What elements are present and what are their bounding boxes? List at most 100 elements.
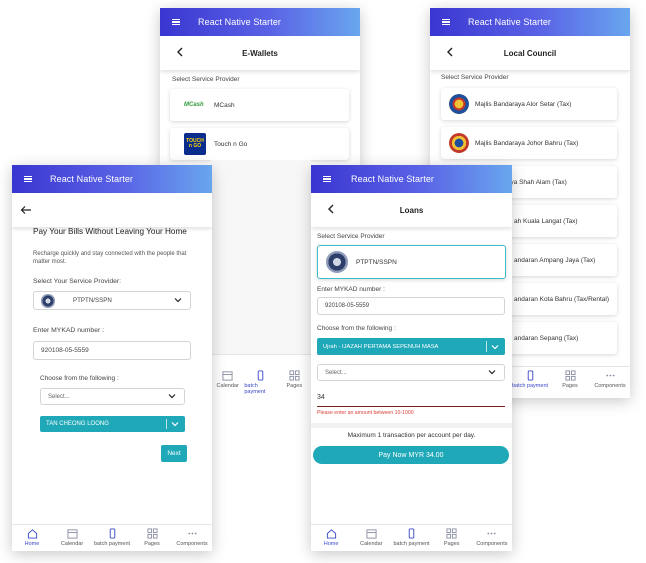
provider-name: andaran Kota Bahru (Tax/Rental) (514, 295, 610, 303)
menu-icon[interactable] (442, 18, 450, 26)
menu-icon[interactable] (24, 175, 32, 183)
choose-select[interactable]: Select... (40, 388, 185, 405)
chevron-down-icon (488, 369, 496, 374)
amount-error: Please enter an amount between 10-1000 (317, 410, 414, 416)
mykad-value: 920108-05-5559 (41, 347, 89, 354)
app-header: React Native Starter (311, 165, 512, 193)
provider-name: Majlis Bandaraya Alor Setar (Tax) (475, 100, 572, 108)
loans-subheader: Loans (311, 193, 512, 227)
nav-label: Pages (286, 383, 303, 389)
mykad-input[interactable]: 920108-05-5559 (33, 341, 191, 360)
nav-pages[interactable]: Pages (432, 525, 472, 551)
touch-n-go-logo-icon: TOUCH n GO (184, 133, 206, 155)
provider-card-touch-n-go[interactable]: TOUCH n GO Touch n Go (170, 128, 349, 160)
calendar-icon (66, 529, 78, 539)
grid-icon (564, 370, 576, 381)
council-seal-icon (449, 94, 469, 114)
pay-now-button[interactable]: Pay Now MYR 34.00 (313, 446, 509, 464)
provider-card-ptptn[interactable]: PTPTN/SSPN (317, 245, 506, 279)
provider-name: andaran Ampang Jaya (Tax) (514, 256, 596, 264)
ptptn-logo-icon (326, 251, 348, 273)
section-label: Select Service Provider (441, 74, 509, 81)
app-header: React Native Starter (430, 8, 630, 36)
home-screen: React Native Starter Pay Your Bills With… (12, 165, 212, 551)
provider-card-mcash[interactable]: MCash MCash (170, 89, 349, 121)
nav-label: Calendar (216, 383, 239, 389)
provider-label: Select Your Service Provider: (33, 278, 122, 285)
nav-components[interactable]: Components (172, 525, 212, 551)
background-screen: Calendar batch payment Pages (211, 160, 311, 398)
nav-pages[interactable]: Pages (132, 525, 172, 551)
nav-calendar[interactable]: Calendar (211, 367, 244, 398)
app-header: React Native Starter (12, 165, 212, 193)
ewallets-screen: React Native Starter E-Wallets Select Se… (160, 8, 360, 168)
nav-label: Pages (443, 541, 460, 547)
page-title: Loans (399, 205, 424, 215)
provider-name: Touch n Go (214, 140, 248, 148)
provider-name: PTPTN/SSPN (356, 258, 397, 266)
nav-pages[interactable]: Pages (550, 367, 590, 398)
grid-icon (446, 528, 457, 539)
selected-option: Ujrah - IJAZAH PERTAMA SEPENUH MASA (323, 343, 439, 350)
amount-input[interactable]: 34 (317, 394, 325, 401)
provider-name: MCash (214, 101, 235, 109)
calendar-icon (366, 529, 377, 539)
app-title: React Native Starter (351, 174, 435, 184)
section-label: Select Service Provider (172, 76, 240, 83)
provider-card[interactable]: Majlis Bandaraya Johor Bahru (Tax) (441, 127, 617, 159)
nav-components[interactable]: Components (472, 525, 512, 551)
section-label: Select Service Provider (317, 233, 385, 240)
nav-calendar[interactable]: Calendar (52, 525, 92, 551)
provider-select[interactable]: PTPTN/SSPN (33, 291, 191, 310)
nav-batch-payment[interactable]: batch payment (92, 525, 132, 551)
account-select[interactable]: Select... (317, 364, 505, 381)
nav-components[interactable]: Components (590, 367, 630, 398)
choose-label: Choose from the following : (317, 325, 396, 332)
nav-home[interactable]: Home (12, 525, 52, 551)
menu-icon[interactable] (323, 175, 331, 183)
app-title: React Native Starter (468, 17, 552, 27)
more-icon (487, 532, 497, 535)
bottom-navigation: Home Calendar batch payment Pages Compon… (12, 524, 212, 551)
nav-calendar[interactable]: Calendar (351, 525, 391, 551)
nav-label: Calendar (60, 541, 84, 547)
ptptn-logo-icon (41, 293, 55, 308)
nav-label: Home (323, 541, 339, 547)
menu-icon[interactable] (172, 18, 180, 26)
mcash-logo-icon: MCash (184, 102, 204, 108)
provider-card[interactable]: Majlis Bandaraya Alor Setar (Tax) (441, 88, 617, 120)
page-title: Local Council (503, 48, 557, 58)
bottom-navigation: Home Calendar batch payment Pages Compon… (311, 524, 512, 551)
more-icon (605, 374, 615, 377)
nav-batch-payment[interactable]: batch payment (391, 525, 431, 551)
app-title: React Native Starter (50, 174, 134, 184)
phone-icon (109, 528, 115, 539)
selected-account-select[interactable]: TAN CHEONG LOONG (40, 416, 185, 432)
mykad-input[interactable]: 920108-05-5559 (317, 297, 505, 315)
nav-label: Home (24, 541, 40, 547)
arrow-left-icon[interactable] (20, 204, 32, 216)
choose-label: Choose from the following : (40, 375, 119, 382)
phone-icon (408, 528, 415, 539)
mykad-label: Enter MYKAD number : (33, 327, 105, 334)
provider-name: ah Kuala Langat (Tax) (514, 217, 578, 225)
nav-batch-payment[interactable]: batch payment (244, 367, 277, 398)
nav-pages[interactable]: Pages (278, 367, 311, 398)
subtext: Recharge quickly and stay connected with… (33, 251, 187, 265)
app-header: React Native Starter (160, 8, 360, 36)
loan-type-select[interactable]: Ujrah - IJAZAH PERTAMA SEPENUH MASA (317, 338, 505, 355)
select-placeholder: Select... (48, 393, 70, 400)
selected-option: TAN CHEONG LOONG (46, 421, 109, 427)
page-title: E-Wallets (242, 48, 278, 58)
headline: Pay Your Bills Without Leaving Your Home (33, 227, 187, 236)
nav-home[interactable]: Home (311, 525, 351, 551)
next-button[interactable]: Next (161, 445, 187, 462)
phone-icon (527, 370, 533, 381)
chevron-down-icon (168, 393, 176, 398)
select-placeholder: Select... (325, 369, 347, 376)
nav-label: Components (476, 541, 508, 547)
council-seal-icon (449, 133, 469, 153)
max-transaction-note: Maximum 1 transaction per account per da… (347, 432, 476, 439)
home-subheader (12, 193, 212, 227)
nav-batch-payment[interactable]: batch payment (510, 367, 550, 398)
